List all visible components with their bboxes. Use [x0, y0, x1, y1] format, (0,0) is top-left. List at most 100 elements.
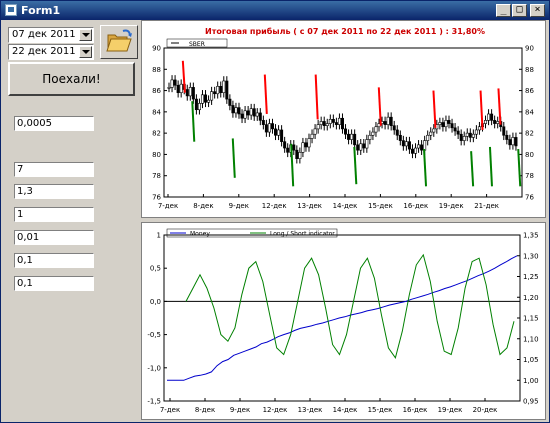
candle-body — [441, 122, 445, 128]
y-right-tick-label: 1,20 — [523, 294, 539, 302]
candle-body — [398, 134, 402, 141]
chevron-down-icon[interactable] — [79, 29, 92, 41]
date-to-value: 22 дек 2011 — [12, 46, 76, 57]
candle-body — [176, 84, 180, 93]
minimize-button[interactable]: _ — [496, 4, 511, 17]
candle-body — [477, 126, 481, 131]
y-tick-label-left: 76 — [152, 194, 161, 202]
candle-body — [356, 144, 360, 151]
candle-body — [389, 116, 393, 126]
maximize-button[interactable]: □ — [512, 4, 527, 17]
param-field-7[interactable]: 0,1 — [14, 276, 94, 291]
y-right-tick-label: 1,35 — [523, 232, 539, 240]
y-left-tick-label: -1,5 — [147, 398, 161, 406]
money-line — [167, 255, 518, 381]
candle-body — [490, 113, 494, 121]
candle-body — [511, 137, 515, 146]
app-icon — [5, 4, 17, 16]
run-button[interactable]: Поехали! — [8, 62, 135, 96]
y-left-tick-label: 1 — [157, 232, 161, 240]
y-tick-label-right: 80 — [525, 151, 534, 159]
y-tick-label-right: 76 — [525, 194, 534, 202]
short-signal — [314, 74, 319, 120]
x-tick-label: 15-дек — [368, 202, 393, 210]
y-tick-label-right: 84 — [525, 108, 534, 116]
window-title: Form1 — [21, 4, 61, 17]
candle-body — [374, 126, 378, 133]
y-tick-label-right: 78 — [525, 172, 534, 180]
candle-body — [252, 108, 256, 117]
param-field-5[interactable]: 0,01 — [14, 230, 94, 245]
candle-body — [304, 142, 308, 148]
y-left-tick-label: 0,0 — [150, 298, 161, 306]
close-button[interactable]: × — [530, 4, 545, 17]
date-from-value: 07 дек 2011 — [12, 29, 76, 40]
param-field-2[interactable]: 7 — [14, 162, 94, 177]
x-tick-label: 14-дек — [333, 202, 358, 210]
param-field-6[interactable]: 0,1 — [14, 253, 94, 268]
candle-body — [185, 89, 189, 97]
param-field-3[interactable]: 1,3 — [14, 184, 94, 199]
candle-body — [362, 143, 366, 149]
x-tick-label: 12-дек — [262, 202, 287, 210]
candle-body — [368, 134, 372, 140]
legend-label-indicator: Long / Short indicator — [270, 231, 335, 238]
title-bar[interactable]: Form1 _ □ × — [1, 1, 549, 20]
candle-body — [243, 110, 247, 119]
legend-label-money: Money — [190, 231, 210, 238]
candle-body — [334, 122, 338, 125]
y-right-tick-label: 1,05 — [523, 356, 539, 364]
x-tick-label: 9-дек — [230, 406, 250, 414]
y-tick-label-left: 80 — [152, 151, 161, 159]
candle-body — [216, 86, 220, 95]
x-tick-label: 13-дек — [298, 406, 323, 414]
y-tick-label-right: 82 — [525, 130, 534, 138]
y-tick-label-left: 82 — [152, 130, 161, 138]
candle-body — [493, 120, 497, 124]
y-tick-label-left: 84 — [152, 108, 161, 116]
candle-body — [249, 108, 253, 116]
candle-body — [277, 129, 281, 136]
main-window: Form1 _ □ × 07 дек 2011 22 дек 2011 Поех… — [0, 0, 550, 423]
candle-body — [298, 152, 302, 159]
candle-body — [264, 124, 268, 133]
candle-body — [462, 136, 466, 141]
candle-body — [407, 141, 411, 150]
y-right-tick-label: 1,25 — [523, 273, 539, 281]
candle-body — [447, 120, 451, 124]
y-right-tick-label: 0,95 — [523, 398, 539, 406]
param-field-1[interactable]: 0,0005 — [14, 116, 94, 131]
y-left-tick-label: -0,5 — [147, 331, 161, 339]
candle-body — [295, 149, 299, 159]
date-to-combo[interactable]: 22 дек 2011 — [8, 44, 94, 60]
y-tick-label-left: 86 — [152, 87, 161, 95]
y-tick-label-left: 88 — [152, 66, 161, 74]
candle-body — [484, 120, 488, 124]
date-from-combo[interactable]: 07 дек 2011 — [8, 27, 94, 43]
candle-body — [487, 113, 491, 121]
candle-body — [167, 87, 171, 89]
chevron-down-icon[interactable] — [79, 46, 92, 58]
candle-body — [496, 121, 500, 124]
candle-body — [337, 117, 341, 125]
candle-body — [344, 128, 348, 135]
x-tick-label: 19-дек — [439, 202, 464, 210]
x-tick-label: 21-дек — [474, 202, 499, 210]
candle-body — [502, 126, 506, 136]
param-field-4[interactable]: 1 — [14, 207, 94, 222]
candle-body — [505, 134, 509, 140]
x-tick-label: 19-дек — [438, 406, 463, 414]
candle-body — [465, 132, 469, 137]
candle-body — [459, 133, 463, 141]
y-right-tick-label: 1,30 — [523, 252, 539, 260]
candle-body — [392, 125, 396, 131]
long-signal — [231, 138, 236, 178]
open-file-button[interactable] — [100, 25, 138, 59]
x-tick-label: 9-дек — [229, 202, 249, 210]
folder-icon — [106, 29, 132, 52]
candle-body — [328, 119, 332, 124]
y-right-tick-label: 1,10 — [523, 335, 539, 343]
long-signal — [191, 101, 196, 142]
short-signal — [263, 74, 268, 115]
x-tick-label: 12-дек — [263, 406, 288, 414]
